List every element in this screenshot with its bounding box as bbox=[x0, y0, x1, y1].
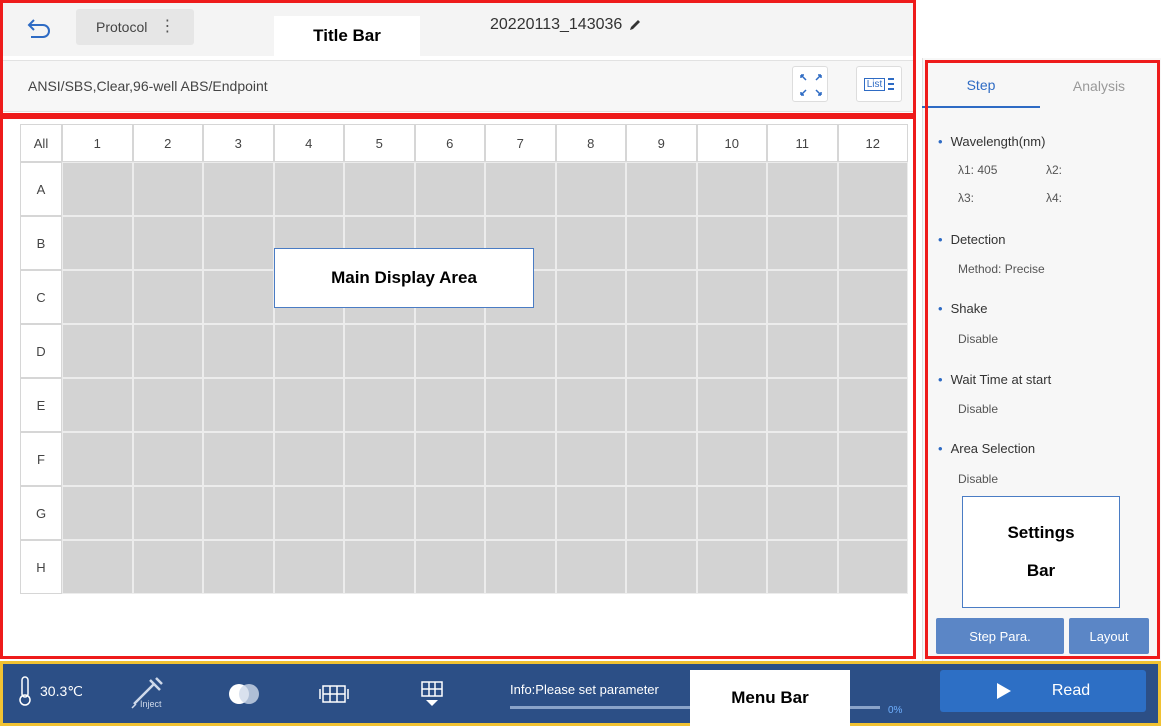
menu-bar-highlight bbox=[0, 661, 1161, 726]
settings-callout-line2: Bar bbox=[1026, 561, 1056, 580]
settings-callout-line1: Settings bbox=[1007, 523, 1075, 542]
title-bar-highlight bbox=[0, 0, 916, 116]
main-display-callout: Main Display Area bbox=[274, 248, 534, 308]
title-bar-callout: Title Bar bbox=[274, 16, 420, 56]
menu-bar-callout: Menu Bar bbox=[690, 670, 850, 726]
main-display-highlight bbox=[0, 116, 916, 659]
settings-bar-callout: Settings Bar bbox=[962, 496, 1120, 608]
